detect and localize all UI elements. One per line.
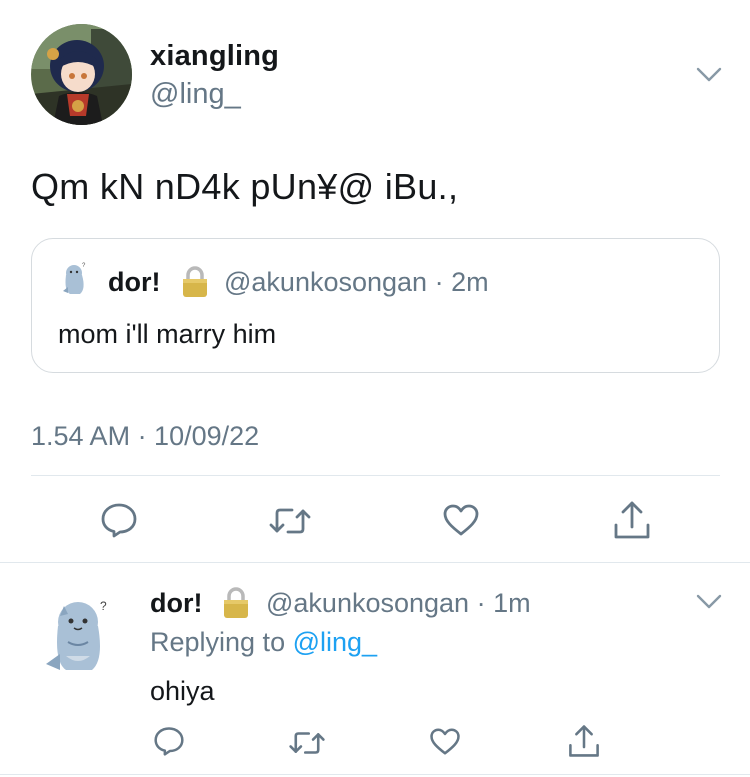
author-avatar[interactable] <box>31 24 132 125</box>
quoted-separator: · <box>434 267 444 297</box>
divider <box>31 475 720 476</box>
svg-text:?: ? <box>100 599 107 613</box>
share-icon[interactable] <box>567 723 601 759</box>
retweet-icon[interactable] <box>268 505 312 537</box>
reply-text: ohiya <box>150 676 215 706</box>
chevron-down-icon[interactable] <box>696 67 722 83</box>
share-icon[interactable] <box>612 499 652 541</box>
quoted-tweet-text: mom i'll marry him <box>58 319 277 349</box>
reply-separator: · <box>476 588 486 618</box>
reply-display-name[interactable]: dor! <box>150 588 202 619</box>
chevron-down-icon[interactable] <box>696 594 722 610</box>
lock-icon <box>180 265 210 299</box>
svg-text:?: ? <box>82 263 86 269</box>
reply-icon[interactable] <box>153 726 185 756</box>
quoted-meta: @akunkosongan · 2m <box>224 267 489 298</box>
reply-icon[interactable] <box>100 502 138 538</box>
replying-mention-link[interactable]: @ling_ <box>293 627 377 657</box>
reply-time: 1m <box>493 588 531 618</box>
reply-author-avatar[interactable]: ? <box>44 596 114 678</box>
quoted-author-avatar[interactable]: ? <box>60 261 90 297</box>
tweet-text: Qm kN nD4k pUn¥@ iBu., <box>31 166 459 207</box>
quoted-tweet-card[interactable]: ? dor! @akunkosongan · 2m mom i'll marry… <box>31 238 720 373</box>
replying-to-line: Replying to @ling_ <box>150 627 377 658</box>
quoted-time: 2m <box>451 267 489 297</box>
tweet-timestamp: 1.54 AM · 10/09/22 <box>31 421 260 451</box>
replying-prefix: Replying to <box>150 627 286 657</box>
retweet-icon[interactable] <box>288 729 326 757</box>
heart-icon[interactable] <box>442 503 480 537</box>
divider <box>0 774 750 775</box>
heart-icon[interactable] <box>429 727 461 756</box>
author-display-name[interactable]: xiangling <box>150 40 279 73</box>
author-handle[interactable]: @ling_ <box>150 78 241 111</box>
quoted-handle: @akunkosongan <box>224 267 428 297</box>
reply-handle: @akunkosongan <box>266 588 470 618</box>
reply-meta: @akunkosongan · 1m <box>266 588 531 619</box>
divider <box>0 562 750 563</box>
tweet-detail-screen: xiangling @ling_ Qm kN nD4k pUn¥@ iBu., … <box>0 0 750 777</box>
quoted-display-name: dor! <box>108 267 161 297</box>
lock-icon <box>221 586 251 620</box>
